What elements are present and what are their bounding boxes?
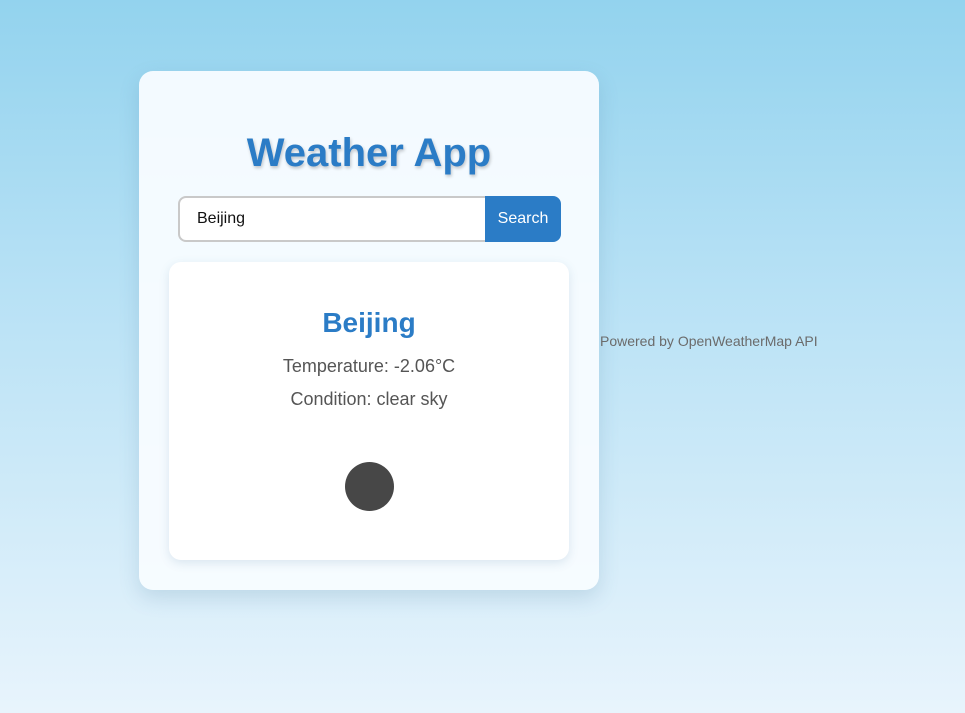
weather-app-card: Weather App Search Beijing Temperature: …: [139, 71, 599, 590]
temperature-value: -2.06°C: [393, 356, 456, 376]
city-name: Beijing: [322, 307, 416, 338]
app-title: Weather App: [246, 131, 492, 175]
condition-label: Condition:: [290, 389, 372, 409]
weather-result-card: Beijing Temperature: -2.06°C Condition: …: [169, 262, 569, 560]
condition-value: clear sky: [376, 389, 448, 409]
footer-credit: Powered by OpenWeatherMap API: [600, 333, 818, 349]
search-button[interactable]: Search: [485, 196, 561, 242]
temperature-label: Temperature:: [282, 356, 389, 376]
temperature-line: Temperature: -2.06°C: [169, 354, 569, 378]
weather-icon: [345, 462, 394, 511]
city-search-input[interactable]: [178, 196, 485, 242]
search-bar: Search: [178, 196, 561, 242]
condition-line: Condition: clear sky: [169, 387, 569, 411]
